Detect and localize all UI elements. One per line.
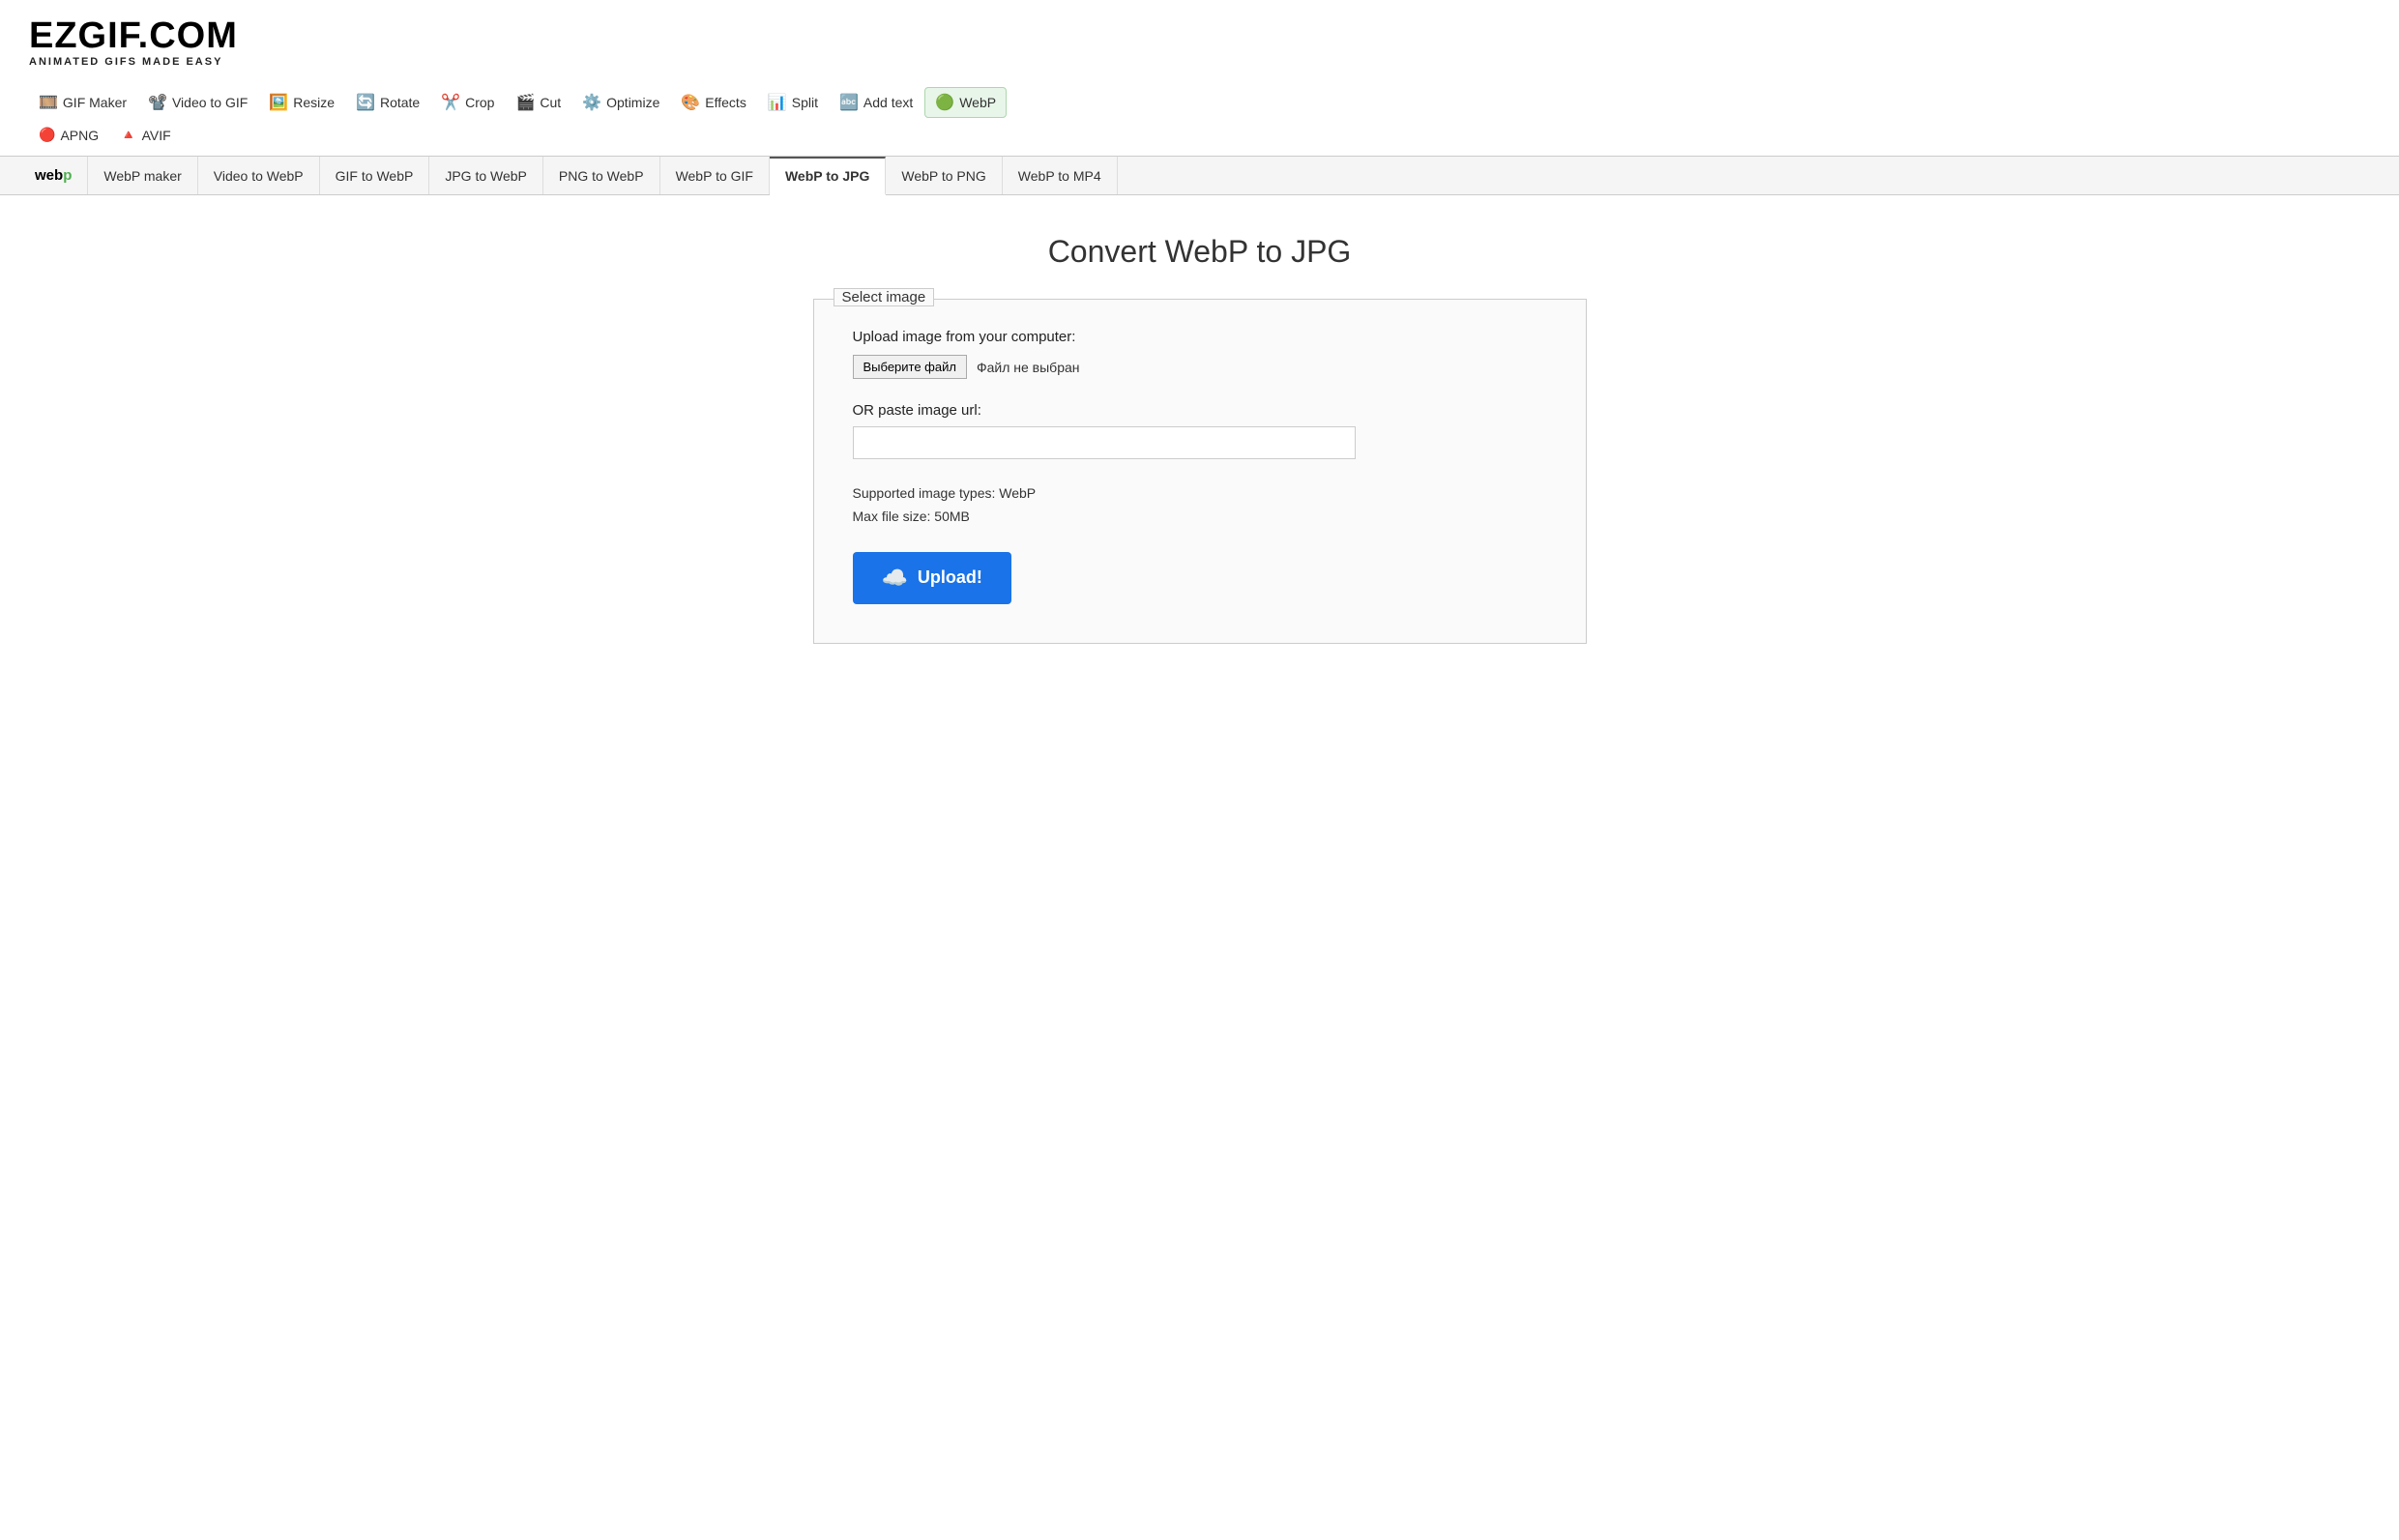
max-size-text: Max file size: 50MB xyxy=(853,506,1547,529)
page-title: Convert WebP to JPG xyxy=(794,234,1606,270)
nav-video-to-gif-label: Video to GIF xyxy=(172,95,248,110)
tab-webp-logo[interactable]: webp xyxy=(19,157,88,194)
nav-avif[interactable]: 🔺 AVIF xyxy=(110,122,181,148)
tab-webp-to-jpg[interactable]: WebP to JPG xyxy=(770,157,886,195)
site-logo[interactable]: EZGIF.COM xyxy=(29,17,2370,54)
or-url-label: OR paste image url: xyxy=(853,402,1547,419)
tab-webp-to-mp4[interactable]: WebP to MP4 xyxy=(1003,157,1118,194)
nav-split[interactable]: 📊 Split xyxy=(758,88,828,117)
nav-webp-label: WebP xyxy=(959,95,996,110)
nav-effects[interactable]: 🎨 Effects xyxy=(671,88,755,117)
avif-icon: 🔺 xyxy=(120,127,136,143)
upload-box-legend: Select image xyxy=(834,288,935,306)
supported-info: Supported image types: WebP Max file siz… xyxy=(853,482,1547,529)
second-nav: 🔴 APNG 🔺 AVIF xyxy=(0,118,2399,148)
nav-rotate-label: Rotate xyxy=(380,95,420,110)
video-to-gif-icon: 📽️ xyxy=(148,93,167,112)
tab-webp-maker-label: WebP maker xyxy=(103,168,181,184)
tab-gif-to-webp[interactable]: GIF to WebP xyxy=(320,157,430,194)
add-text-icon: 🔤 xyxy=(839,93,859,112)
nav-crop-label: Crop xyxy=(465,95,494,110)
rotate-icon: 🔄 xyxy=(356,93,375,112)
no-file-selected-text: Файл не выбран xyxy=(977,360,1080,375)
crop-icon: ✂️ xyxy=(441,93,460,112)
nav-cut-label: Cut xyxy=(540,95,561,110)
upload-button[interactable]: ☁️ Upload! xyxy=(853,552,1011,604)
nav-split-label: Split xyxy=(792,95,818,110)
logo-text: EZGIF.COM xyxy=(29,15,238,56)
choose-file-button[interactable]: Выберите файл xyxy=(853,355,967,379)
nav-apng[interactable]: 🔴 APNG xyxy=(29,122,108,148)
sub-tabs-container: webp WebP maker Video to WebP GIF to Web… xyxy=(0,156,2399,195)
tab-webp-maker[interactable]: WebP maker xyxy=(88,157,197,194)
url-input[interactable] xyxy=(853,426,1356,459)
tab-video-to-webp[interactable]: Video to WebP xyxy=(198,157,320,194)
logo-area: EZGIF.COM ANIMATED GIFS MADE EASY xyxy=(0,0,2399,77)
upload-cloud-icon: ☁️ xyxy=(882,566,908,591)
nav-optimize[interactable]: ⚙️ Optimize xyxy=(572,88,669,117)
nav-webp[interactable]: 🟢 WebP xyxy=(924,87,1007,118)
nav-effects-label: Effects xyxy=(705,95,746,110)
tab-webp-to-png[interactable]: WebP to PNG xyxy=(886,157,1002,194)
nav-apng-label: APNG xyxy=(60,128,99,143)
tab-gif-to-webp-label: GIF to WebP xyxy=(336,168,414,184)
optimize-icon: ⚙️ xyxy=(582,93,601,112)
nav-resize[interactable]: 🖼️ Resize xyxy=(259,88,344,117)
apng-icon: 🔴 xyxy=(39,127,55,143)
tab-jpg-to-webp[interactable]: JPG to WebP xyxy=(429,157,543,194)
nav-rotate[interactable]: 🔄 Rotate xyxy=(346,88,429,117)
resize-icon: 🖼️ xyxy=(269,93,288,112)
logo-subtitle: ANIMATED GIFS MADE EASY xyxy=(29,56,2370,68)
tab-video-to-webp-label: Video to WebP xyxy=(214,168,304,184)
file-input-row: Выберите файл Файл не выбран xyxy=(853,355,1547,379)
tab-webp-to-png-label: WebP to PNG xyxy=(901,168,985,184)
supported-types-text: Supported image types: WebP xyxy=(853,482,1547,506)
nav-add-text[interactable]: 🔤 Add text xyxy=(830,88,922,117)
sub-tabs: webp WebP maker Video to WebP GIF to Web… xyxy=(0,157,2399,194)
tab-webp-to-jpg-label: WebP to JPG xyxy=(785,168,869,184)
nav-video-to-gif[interactable]: 📽️ Video to GIF xyxy=(138,88,257,117)
effects-icon: 🎨 xyxy=(681,93,700,112)
top-nav: 🎞️ GIF Maker 📽️ Video to GIF 🖼️ Resize 🔄… xyxy=(0,77,2399,118)
nav-resize-label: Resize xyxy=(293,95,335,110)
upload-button-label: Upload! xyxy=(918,567,982,588)
nav-optimize-label: Optimize xyxy=(606,95,659,110)
tab-png-to-webp[interactable]: PNG to WebP xyxy=(543,157,660,194)
nav-avif-label: AVIF xyxy=(142,128,171,143)
nav-cut[interactable]: 🎬 Cut xyxy=(506,88,570,117)
webp-icon: 🟢 xyxy=(935,93,954,112)
split-icon: 📊 xyxy=(768,93,787,112)
tab-webp-to-gif[interactable]: WebP to GIF xyxy=(660,157,770,194)
nav-gif-maker[interactable]: 🎞️ GIF Maker xyxy=(29,88,136,117)
webp-logo: webp xyxy=(35,167,72,184)
main-content: Convert WebP to JPG Select image Upload … xyxy=(765,195,1635,683)
nav-add-text-label: Add text xyxy=(863,95,913,110)
nav-gif-maker-label: GIF Maker xyxy=(63,95,127,110)
upload-box: Select image Upload image from your comp… xyxy=(813,299,1587,644)
tab-webp-to-mp4-label: WebP to MP4 xyxy=(1018,168,1101,184)
tab-jpg-to-webp-label: JPG to WebP xyxy=(445,168,527,184)
upload-from-computer-label: Upload image from your computer: xyxy=(853,329,1547,345)
gif-maker-icon: 🎞️ xyxy=(39,93,58,112)
cut-icon: 🎬 xyxy=(515,93,535,112)
nav-crop[interactable]: ✂️ Crop xyxy=(431,88,504,117)
tab-png-to-webp-label: PNG to WebP xyxy=(559,168,644,184)
tab-webp-to-gif-label: WebP to GIF xyxy=(676,168,753,184)
